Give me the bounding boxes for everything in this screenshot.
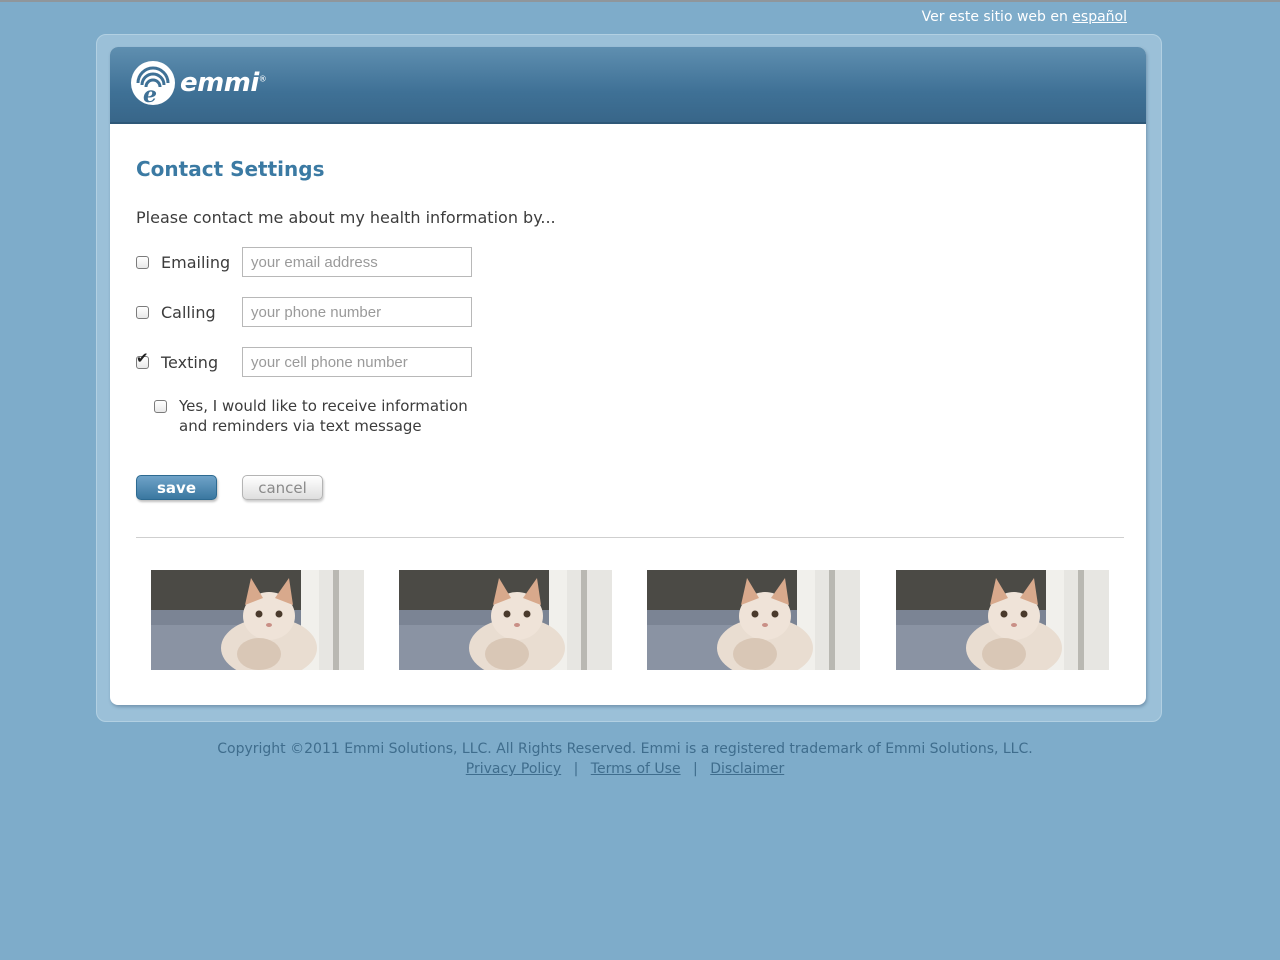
email-option-label: Emailing [161, 252, 231, 272]
kitten-photo [896, 570, 1109, 670]
kitten-photo [399, 570, 612, 670]
cell-phone-field[interactable] [242, 347, 472, 377]
svg-text:e: e [143, 82, 157, 106]
brand-wordmark: emmi® [180, 68, 267, 98]
cancel-button[interactable]: cancel [242, 475, 323, 500]
kitten-photo [151, 570, 364, 670]
text-checkbox[interactable]: ✔ [136, 350, 149, 369]
emmi-logo-icon: e [131, 61, 175, 106]
contact-intro-text: Please contact me about my health inform… [136, 208, 556, 227]
phone-option-label: Calling [161, 302, 216, 322]
text-option-row: ✔ Texting [136, 346, 218, 378]
email-field[interactable] [242, 247, 472, 277]
section-divider [136, 537, 1124, 538]
disclaimer-link[interactable]: Disclaimer [710, 761, 784, 777]
footer-separator: | [693, 761, 698, 777]
phone-option-row: Calling [136, 296, 216, 328]
privacy-policy-link[interactable]: Privacy Policy [466, 761, 561, 777]
email-option-row: Emailing [136, 246, 230, 278]
phone-checkbox[interactable] [136, 305, 149, 319]
language-switcher: Ver este sitio web en español [922, 9, 1127, 25]
page-footer: Copyright ©2011 Emmi Solutions, LLC. All… [0, 739, 1250, 779]
copyright-text: Copyright ©2011 Emmi Solutions, LLC. All… [217, 741, 1033, 757]
kitten-photo [647, 570, 860, 670]
contact-settings-card: e emmi® Contact Settings Please contact … [110, 47, 1146, 705]
footer-separator: | [573, 761, 579, 777]
text-consent-row: Yes, I would like to receive information… [154, 396, 499, 436]
text-consent-checkbox[interactable] [154, 400, 167, 413]
emmi-logo[interactable]: e emmi® [130, 60, 267, 106]
footer-links: Privacy Policy | Terms of Use | Disclaim… [0, 759, 1250, 779]
spanish-language-link[interactable]: español [1072, 9, 1127, 25]
page-title: Contact Settings [136, 157, 325, 181]
email-checkbox[interactable] [136, 255, 149, 269]
text-consent-label: Yes, I would like to receive information… [179, 397, 468, 435]
phone-field[interactable] [242, 297, 472, 327]
window-top-border [0, 0, 1280, 2]
save-button[interactable]: save [136, 475, 217, 500]
brand-header: e emmi® [110, 47, 1146, 124]
language-prefix: Ver este sitio web en [921, 9, 1068, 25]
checkmark-icon: ✔ [136, 348, 149, 367]
text-option-label: Texting [161, 352, 219, 372]
terms-of-use-link[interactable]: Terms of Use [591, 761, 681, 777]
